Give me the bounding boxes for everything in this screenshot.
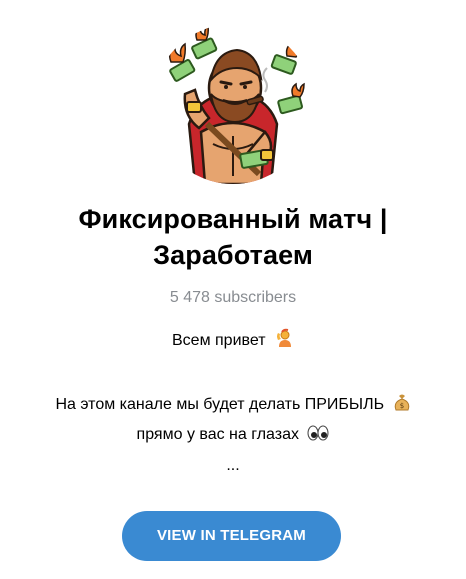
channel-title-line-1: Фиксированный матч |: [78, 204, 388, 234]
description-line-1: Всем привет: [0, 328, 466, 354]
flying-bill-top: [191, 24, 218, 60]
flying-bill-left: [168, 42, 196, 82]
description-ellipsis: ...: [226, 457, 240, 474]
view-in-telegram-button[interactable]: VIEW IN TELEGRAM: [122, 511, 341, 561]
description-line-3-text: прямо у вас на глазах: [136, 426, 299, 443]
flying-bill-right: [270, 41, 301, 75]
eyes-emoji-icon: [307, 424, 329, 448]
subscriber-count: 5 478 subscribers: [169, 289, 297, 306]
channel-avatar: [153, 24, 313, 184]
svg-text:$: $: [399, 402, 403, 410]
spartan-warrior-money-icon: [168, 24, 305, 184]
channel-title: Фиксированный матч | Заработаем: [0, 201, 466, 273]
description-line-2-text: На этом канале мы будет делать ПРИБЫЛЬ: [55, 396, 385, 413]
flying-bill-right-low: [277, 82, 305, 115]
channel-title-line-2: Заработаем: [153, 240, 313, 270]
description-line-1-text: Всем привет: [172, 332, 266, 349]
money-bag-emoji-icon: $: [393, 392, 411, 418]
description-line-2: На этом канале мы будет делать ПРИБЫЛЬ $: [0, 392, 466, 418]
description-line-3: прямо у вас на глазах: [0, 424, 466, 448]
waving-person-emoji-icon: [274, 328, 294, 354]
channel-preview-page: Фиксированный матч | Заработаем 5 478 su…: [0, 0, 466, 579]
